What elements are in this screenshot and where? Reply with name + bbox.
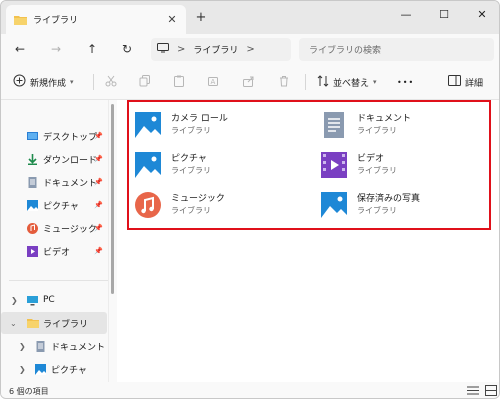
item-count: 6 個の項目: [9, 387, 49, 396]
tab-close-icon[interactable]: ✕: [162, 13, 182, 26]
details-view-icon[interactable]: [467, 385, 479, 396]
folder-icon: [14, 15, 27, 25]
new-label: 新規作成: [30, 78, 67, 89]
download-icon: [27, 153, 38, 165]
sidebar-item-label: ビデオ: [43, 247, 71, 258]
sidebar-item-label: ミュージック: [43, 224, 97, 235]
sidebar-item-label: PC: [43, 295, 55, 305]
scissors-icon: [105, 75, 117, 90]
share-button[interactable]: [243, 73, 255, 91]
music-icon: [27, 222, 38, 234]
navigation-pane: デスクトップ 📌 ダウンロード 📌 ドキュメント 📌 ピクチャ 📌 ミュージック…: [1, 100, 117, 382]
rename-icon: A: [208, 75, 220, 90]
up-button[interactable]: ↑: [83, 41, 101, 57]
more-options-button[interactable]: •••: [397, 73, 414, 91]
breadcrumb-chevron[interactable]: >: [246, 44, 254, 55]
sidebar-item-label: ドキュメント: [51, 342, 106, 353]
address-bar[interactable]: > ライブラリ >: [151, 38, 291, 61]
sidebar-item-downloads[interactable]: ダウンロード 📌: [1, 148, 107, 170]
video-icon: [27, 245, 38, 257]
highlight-frame: [127, 100, 491, 230]
sidebar-item-documents[interactable]: ドキュメント 📌: [1, 171, 107, 193]
document-icon: [35, 340, 46, 352]
command-bar: 新規作成 ▾ A 並べ替え ▾ ••• 詳細: [1, 64, 499, 100]
refresh-button[interactable]: ↻: [118, 41, 136, 57]
tiles-view-icon[interactable]: [485, 385, 497, 396]
sidebar-divider: [9, 280, 109, 281]
breadcrumb-separator: >: [177, 44, 186, 55]
new-button[interactable]: 新規作成 ▾: [13, 73, 74, 91]
pin-icon: 📌: [94, 224, 103, 232]
status-bar: 6 個の項目: [1, 382, 499, 398]
pin-icon: 📌: [94, 178, 103, 186]
svg-text:A: A: [211, 78, 216, 86]
sidebar-item-library[interactable]: ⌄ ライブラリ: [1, 312, 107, 334]
sidebar-item-label: ダウンロード: [43, 155, 98, 166]
clipboard-icon: [173, 75, 185, 90]
sidebar-item-label: ピクチャ: [43, 201, 79, 212]
close-button[interactable]: ✕: [463, 1, 499, 27]
tab-title: ライブラリ: [33, 16, 79, 26]
minimize-button[interactable]: —: [387, 1, 425, 27]
cut-button[interactable]: [105, 73, 117, 91]
sidebar-item-music[interactable]: ミュージック 📌: [1, 217, 107, 239]
details-pane-icon: [448, 75, 461, 89]
new-tab-button[interactable]: +: [193, 10, 209, 25]
navigation-bar: ← → ↑ ↻ > ライブラリ > ライブラリの検索: [1, 34, 499, 64]
sidebar-item-label: ドキュメント: [43, 178, 98, 189]
toolbar-divider: [305, 74, 306, 90]
pc-icon: [27, 295, 38, 306]
maximize-button[interactable]: ☐: [425, 1, 463, 27]
sidebar-item-videos[interactable]: ビデオ 📌: [1, 240, 107, 262]
chevron-down-icon: ▾: [373, 78, 377, 86]
trash-icon: [278, 75, 290, 90]
paste-button[interactable]: [173, 73, 185, 91]
sidebar-item-tree-pictures[interactable]: ピクチャ: [1, 358, 107, 380]
sidebar-item-pictures[interactable]: ピクチャ 📌: [1, 194, 107, 216]
sidebar-item-label: デスクトップ: [43, 132, 98, 143]
sort-label: 並べ替え: [333, 78, 370, 89]
back-button[interactable]: ←: [11, 41, 29, 57]
delete-button[interactable]: [278, 73, 290, 91]
sort-button[interactable]: 並べ替え ▾: [317, 73, 377, 91]
document-icon: [27, 176, 38, 188]
library-folder-icon: [27, 318, 39, 329]
pin-icon: 📌: [94, 201, 103, 209]
sidebar-item-tree-documents[interactable]: ドキュメント: [1, 335, 107, 357]
rename-button[interactable]: A: [208, 73, 220, 91]
scrollbar-thumb[interactable]: [111, 104, 114, 294]
sidebar-item-pc[interactable]: PC: [1, 289, 107, 311]
sidebar-item-label: ピクチャ: [51, 365, 87, 376]
breadcrumb-library[interactable]: ライブラリ: [193, 43, 238, 56]
copy-icon: [139, 74, 151, 90]
forward-button[interactable]: →: [47, 41, 65, 57]
picture-icon: [35, 363, 46, 375]
details-label: 詳細: [465, 78, 484, 89]
monitor-icon: [157, 43, 169, 56]
picture-icon: [27, 199, 38, 211]
file-explorer-window: ライブラリ ✕ + — ☐ ✕ ← → ↑ ↻ > ライブラリ > ライブラリの…: [0, 0, 500, 399]
sidebar-scrollbar[interactable]: [108, 100, 116, 382]
tab-library[interactable]: ライブラリ ✕: [6, 5, 186, 34]
title-bar: ライブラリ ✕ + — ☐ ✕: [1, 1, 499, 34]
chevron-down-icon: ▾: [70, 78, 74, 86]
search-input[interactable]: ライブラリの検索: [299, 38, 494, 61]
toolbar-divider: [93, 74, 94, 90]
share-icon: [243, 75, 255, 90]
plus-circle-icon: [13, 74, 26, 90]
sort-icon: [317, 74, 329, 90]
desktop-icon: [27, 131, 38, 142]
pin-icon: 📌: [94, 155, 103, 163]
copy-button[interactable]: [139, 73, 151, 91]
sidebar-item-desktop[interactable]: デスクトップ 📌: [1, 125, 107, 147]
details-button[interactable]: 詳細: [448, 73, 483, 91]
pin-icon: 📌: [94, 247, 103, 255]
sidebar-item-label: ライブラリ: [43, 319, 89, 330]
pin-icon: 📌: [94, 132, 103, 140]
chevron-down-icon[interactable]: ⌄: [10, 319, 17, 328]
